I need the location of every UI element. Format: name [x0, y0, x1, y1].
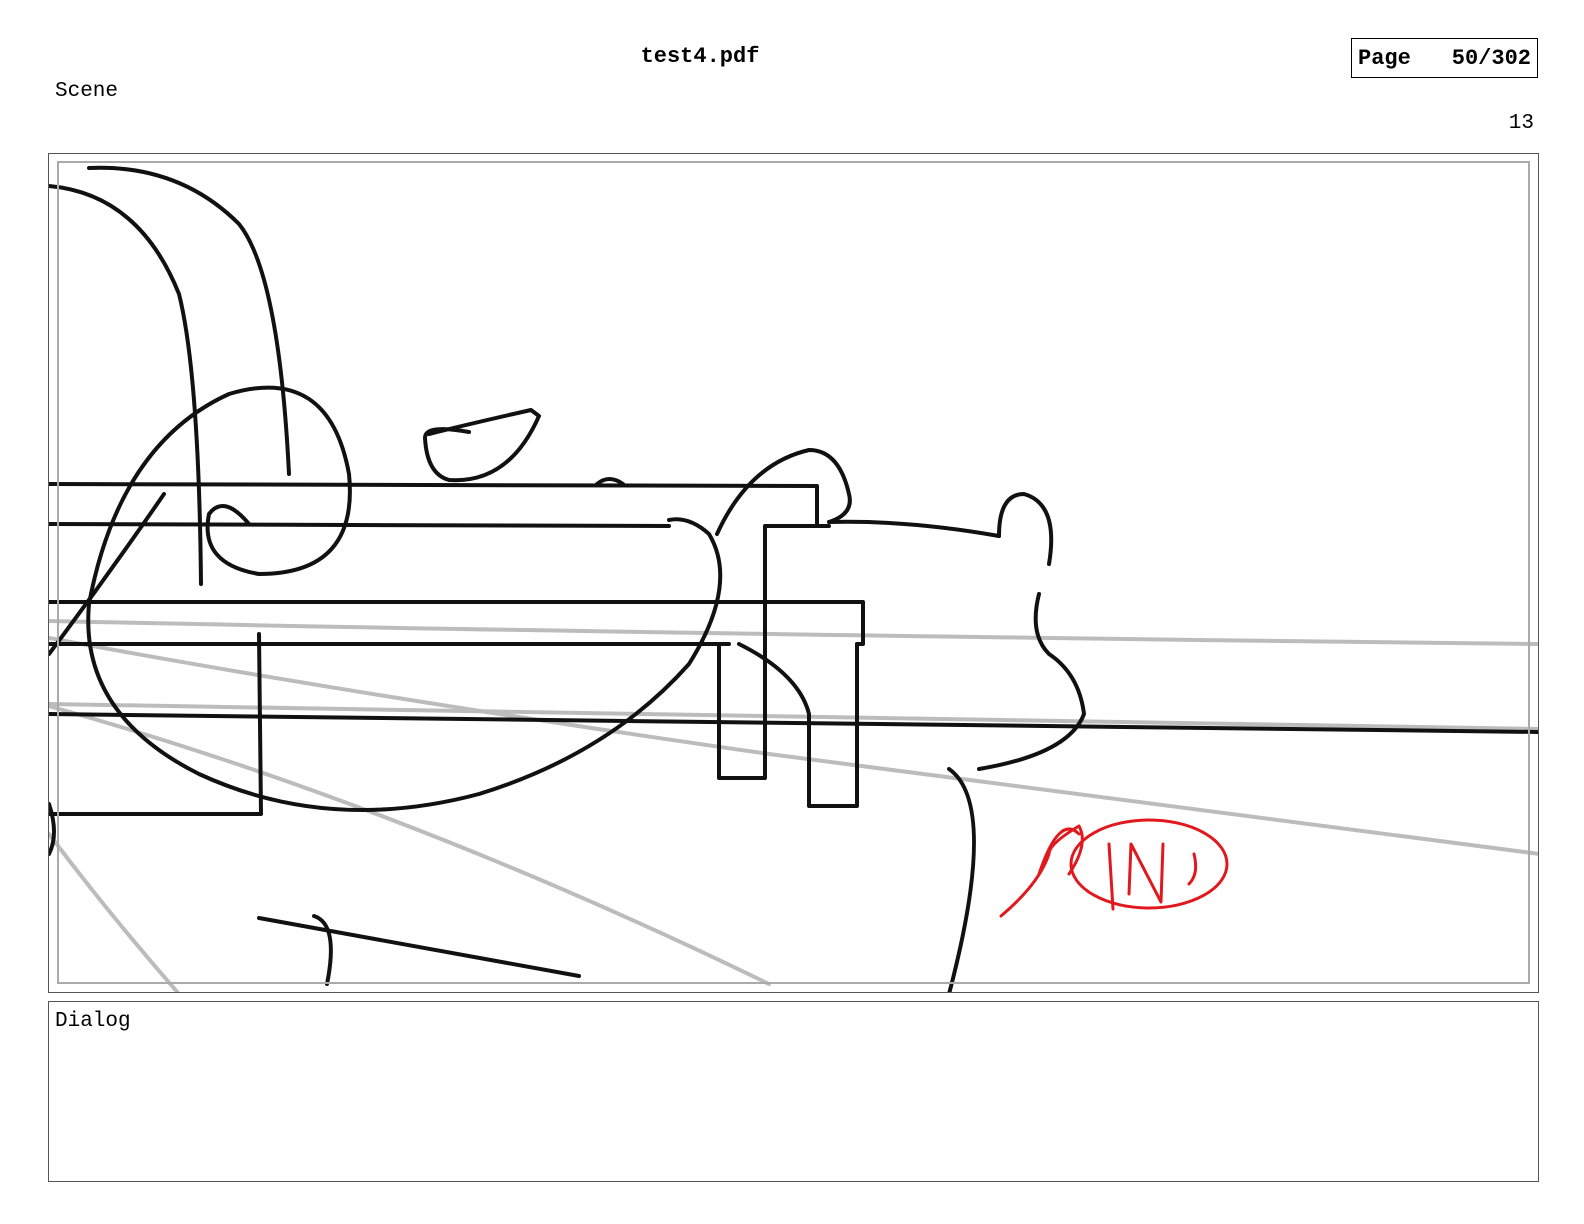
page-indicator: Page 50/302	[1351, 38, 1538, 78]
storyboard-sketch	[49, 165, 1538, 992]
scene-label: Scene	[55, 80, 119, 103]
sketch-lines	[49, 165, 1538, 992]
dialog-label: Dialog	[55, 1010, 131, 1033]
dialog-box: Dialog	[48, 1001, 1539, 1182]
page-label: Page	[1358, 45, 1411, 71]
storyboard-panel	[48, 153, 1539, 993]
document-title: test4.pdf	[640, 44, 760, 69]
page-number: 50/302	[1451, 45, 1531, 71]
perspective-lines	[49, 619, 1538, 992]
scene-number: 13	[1508, 112, 1534, 135]
red-in-annotation	[999, 818, 1229, 918]
